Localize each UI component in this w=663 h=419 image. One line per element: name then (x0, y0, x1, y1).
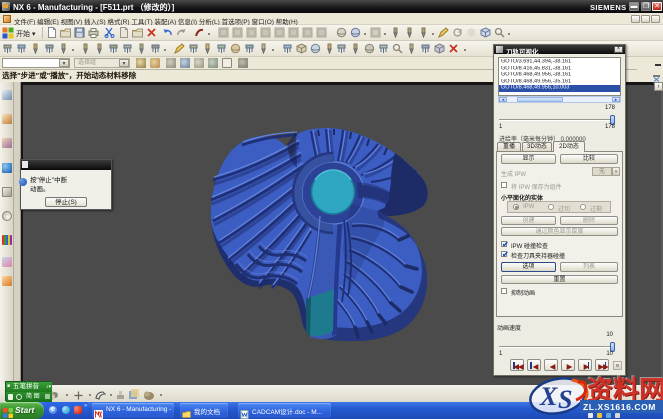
svg-text:S: S (558, 385, 572, 414)
svg-text:X: X (539, 382, 558, 411)
